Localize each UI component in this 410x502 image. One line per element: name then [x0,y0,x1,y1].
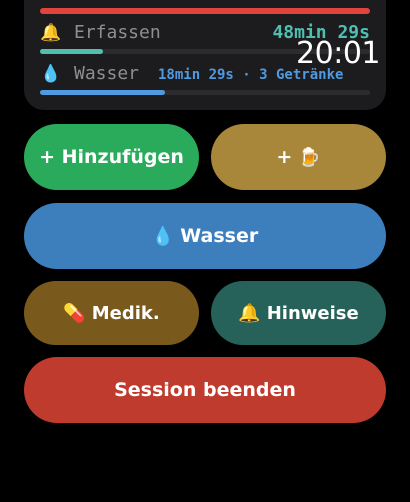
medication-button[interactable]: 💊 Medik. [24,281,199,345]
hints-button-label: Hinweise [266,302,359,324]
erfassen-label: Erfassen [74,22,161,43]
water-button[interactable]: 💧 Wasser [24,203,386,269]
medication-button-label: Medik. [91,302,160,324]
top-progress-bar [40,8,370,14]
clock: 20:01 [296,36,380,71]
wasser-progress-fill [40,90,166,95]
app-screen: 🔔 Erfassen 48min 29s 💧 Wasser 18min 29s … [0,0,410,502]
erfassen-progress-fill [40,49,103,54]
water-button-label: Wasser [180,225,259,247]
end-session-label: Session beenden [114,379,296,401]
end-session-button[interactable]: Session beenden [24,357,386,423]
water-drop-icon: 💧 [40,64,62,84]
hints-button[interactable]: 🔔 Hinweise [211,281,386,345]
beer-icon: 🍺 [298,146,321,168]
add-button-label: + Hinzufügen [39,146,184,168]
add-drink-button[interactable]: + 🍺 [211,124,386,190]
add-button[interactable]: + Hinzufügen [24,124,199,190]
bell-icon: 🔔 [238,302,261,324]
wasser-label: Wasser [74,63,140,84]
water-drop-icon: 💧 [151,225,175,247]
wasser-progress-track [40,90,370,95]
add-drink-plus: + [276,146,293,168]
pill-icon: 💊 [63,302,86,324]
bell-icon: 🔔 [40,23,62,43]
